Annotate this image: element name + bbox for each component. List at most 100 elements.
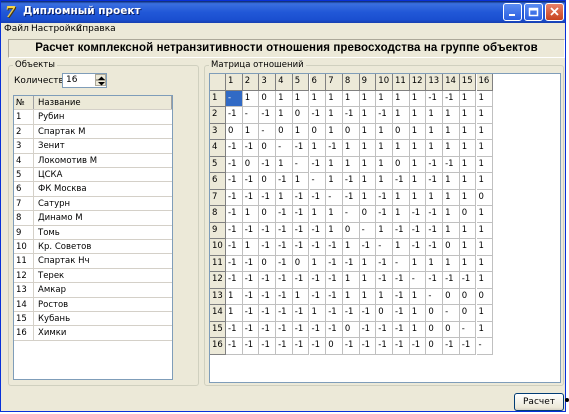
matrix-cell[interactable]: - [309, 173, 327, 190]
matrix-cell[interactable]: 0 [476, 189, 494, 206]
matrix-cell[interactable]: - [376, 239, 393, 256]
matrix-cell[interactable]: 1 [359, 189, 377, 206]
matrix-cell[interactable]: - [443, 305, 460, 322]
matrix-cell[interactable]: 1 [326, 156, 343, 173]
matrix-cell[interactable]: -1 [359, 338, 377, 355]
matrix-cell[interactable]: 0 [443, 288, 460, 305]
row-name[interactable]: ЦСКА [35, 168, 172, 181]
matrix-cell[interactable]: 1 [443, 173, 460, 190]
count-value[interactable]: 16 [66, 75, 77, 85]
matrix-cell[interactable]: -1 [409, 239, 427, 256]
matrix-cell[interactable]: - [393, 255, 410, 272]
matrix-cell[interactable]: 1 [459, 239, 477, 256]
menu-file[interactable]: Файл [4, 24, 29, 34]
row-name[interactable]: Химки [35, 326, 172, 339]
matrix-cell[interactable]: 1 [476, 156, 494, 173]
matrix-cell[interactable]: 1 [443, 189, 460, 206]
matrix-cell[interactable]: 0 [459, 206, 477, 223]
table-row[interactable]: 16 Химки [14, 326, 172, 341]
matrix-cell[interactable]: -1 [292, 338, 310, 355]
matrix-cell[interactable]: -1 [326, 239, 343, 256]
matrix-cell[interactable]: -1 [359, 305, 377, 322]
table-row[interactable]: 5 ЦСКА [14, 168, 172, 183]
matrix-cell[interactable]: -1 [226, 255, 243, 272]
matrix-cell[interactable]: 1 [443, 140, 460, 157]
matrix-cell[interactable]: 1 [409, 107, 427, 124]
matrix-cell[interactable]: 1 [326, 107, 343, 124]
matrix-cell[interactable]: -1 [426, 173, 444, 190]
matrix-cell[interactable]: -1 [292, 140, 310, 157]
table-row[interactable]: 11 Спартак Нч [14, 254, 172, 269]
matrix-cell[interactable]: - [259, 123, 277, 140]
matrix-cell[interactable]: 1 [393, 90, 410, 107]
matrix-cell[interactable]: 1 [459, 107, 477, 124]
matrix-cell[interactable]: 1 [376, 156, 393, 173]
matrix-cell[interactable]: -1 [309, 156, 327, 173]
matrix-cell[interactable]: -1 [292, 321, 310, 338]
row-name[interactable]: Кр. Советов [35, 240, 172, 253]
matrix-cell[interactable]: -1 [342, 173, 360, 190]
matrix-cell[interactable]: 1 [459, 222, 477, 239]
matrix-cell[interactable]: 1 [292, 123, 310, 140]
matrix-cell[interactable]: -1 [276, 173, 293, 190]
table-row[interactable]: 10 Кр. Советов [14, 240, 172, 255]
row-name[interactable]: Сатурн [35, 197, 172, 210]
matrix-cell[interactable]: -1 [259, 305, 277, 322]
matrix-cell[interactable]: 1 [376, 123, 393, 140]
matrix-cell[interactable]: 1 [342, 90, 360, 107]
matrix-cell[interactable]: -1 [242, 338, 260, 355]
row-name[interactable]: ФК Москва [35, 182, 172, 195]
table-row[interactable]: 1 Рубин [14, 110, 172, 125]
matrix-cell[interactable]: 1 [409, 305, 427, 322]
matrix-cell[interactable]: 1 [426, 189, 444, 206]
matrix-cell[interactable]: 1 [326, 206, 343, 223]
matrix-cell[interactable]: -1 [359, 321, 377, 338]
matrix-cell[interactable]: -1 [259, 222, 277, 239]
matrix-cell[interactable]: 1 [476, 123, 494, 140]
matrix-cell[interactable]: -1 [276, 222, 293, 239]
matrix-cell[interactable]: 1 [443, 123, 460, 140]
matrix-cell[interactable]: -1 [226, 173, 243, 190]
matrix-cell[interactable]: 0 [426, 321, 444, 338]
spin-down-button[interactable] [95, 80, 106, 86]
matrix-cell[interactable]: -1 [376, 255, 393, 272]
matrix-cell[interactable]: 1 [326, 222, 343, 239]
matrix-cell[interactable]: -1 [326, 321, 343, 338]
matrix-cell[interactable]: - [409, 272, 427, 289]
matrix-cell[interactable]: 1 [409, 156, 427, 173]
row-name[interactable]: Локомотив М [35, 154, 172, 167]
matrix-cell[interactable]: 1 [292, 90, 310, 107]
matrix-cell[interactable]: - [226, 90, 243, 107]
matrix-cell[interactable]: 0 [292, 107, 310, 124]
matrix-cell[interactable]: -1 [259, 338, 277, 355]
matrix-cell[interactable]: -1 [292, 305, 310, 322]
matrix-cell[interactable]: -1 [376, 338, 393, 355]
matrix-cell[interactable]: -1 [309, 272, 327, 289]
matrix-cell[interactable]: 1 [443, 255, 460, 272]
count-spinner[interactable]: 16 [62, 73, 107, 88]
matrix-cell[interactable]: 1 [359, 107, 377, 124]
matrix-cell[interactable]: 1 [342, 140, 360, 157]
close-button[interactable] [545, 3, 564, 21]
matrix-cell[interactable]: -1 [409, 206, 427, 223]
row-name[interactable]: Спартак М [35, 125, 172, 138]
matrix-cell[interactable]: -1 [276, 255, 293, 272]
matrix-cell[interactable]: -1 [242, 272, 260, 289]
row-name[interactable]: Кубань [35, 312, 172, 325]
matrix-cell[interactable]: -1 [326, 288, 343, 305]
matrix-cell[interactable]: -1 [292, 206, 310, 223]
matrix-cell[interactable]: 1 [359, 255, 377, 272]
matrix-cell[interactable]: 0 [226, 123, 243, 140]
matrix-cell[interactable]: 0 [342, 321, 360, 338]
matrix-cell[interactable]: - [426, 288, 444, 305]
matrix-cell[interactable]: -1 [376, 272, 393, 289]
matrix-cell[interactable]: -1 [242, 288, 260, 305]
matrix-cell[interactable]: 1 [476, 173, 494, 190]
matrix-cell[interactable]: 1 [476, 239, 494, 256]
matrix-cell[interactable]: -1 [276, 338, 293, 355]
row-name[interactable]: Томь [35, 226, 172, 239]
matrix-cell[interactable]: 1 [359, 288, 377, 305]
matrix-cell[interactable]: - [342, 206, 360, 223]
matrix-cell[interactable]: 1 [409, 90, 427, 107]
matrix-cell[interactable]: -1 [376, 107, 393, 124]
